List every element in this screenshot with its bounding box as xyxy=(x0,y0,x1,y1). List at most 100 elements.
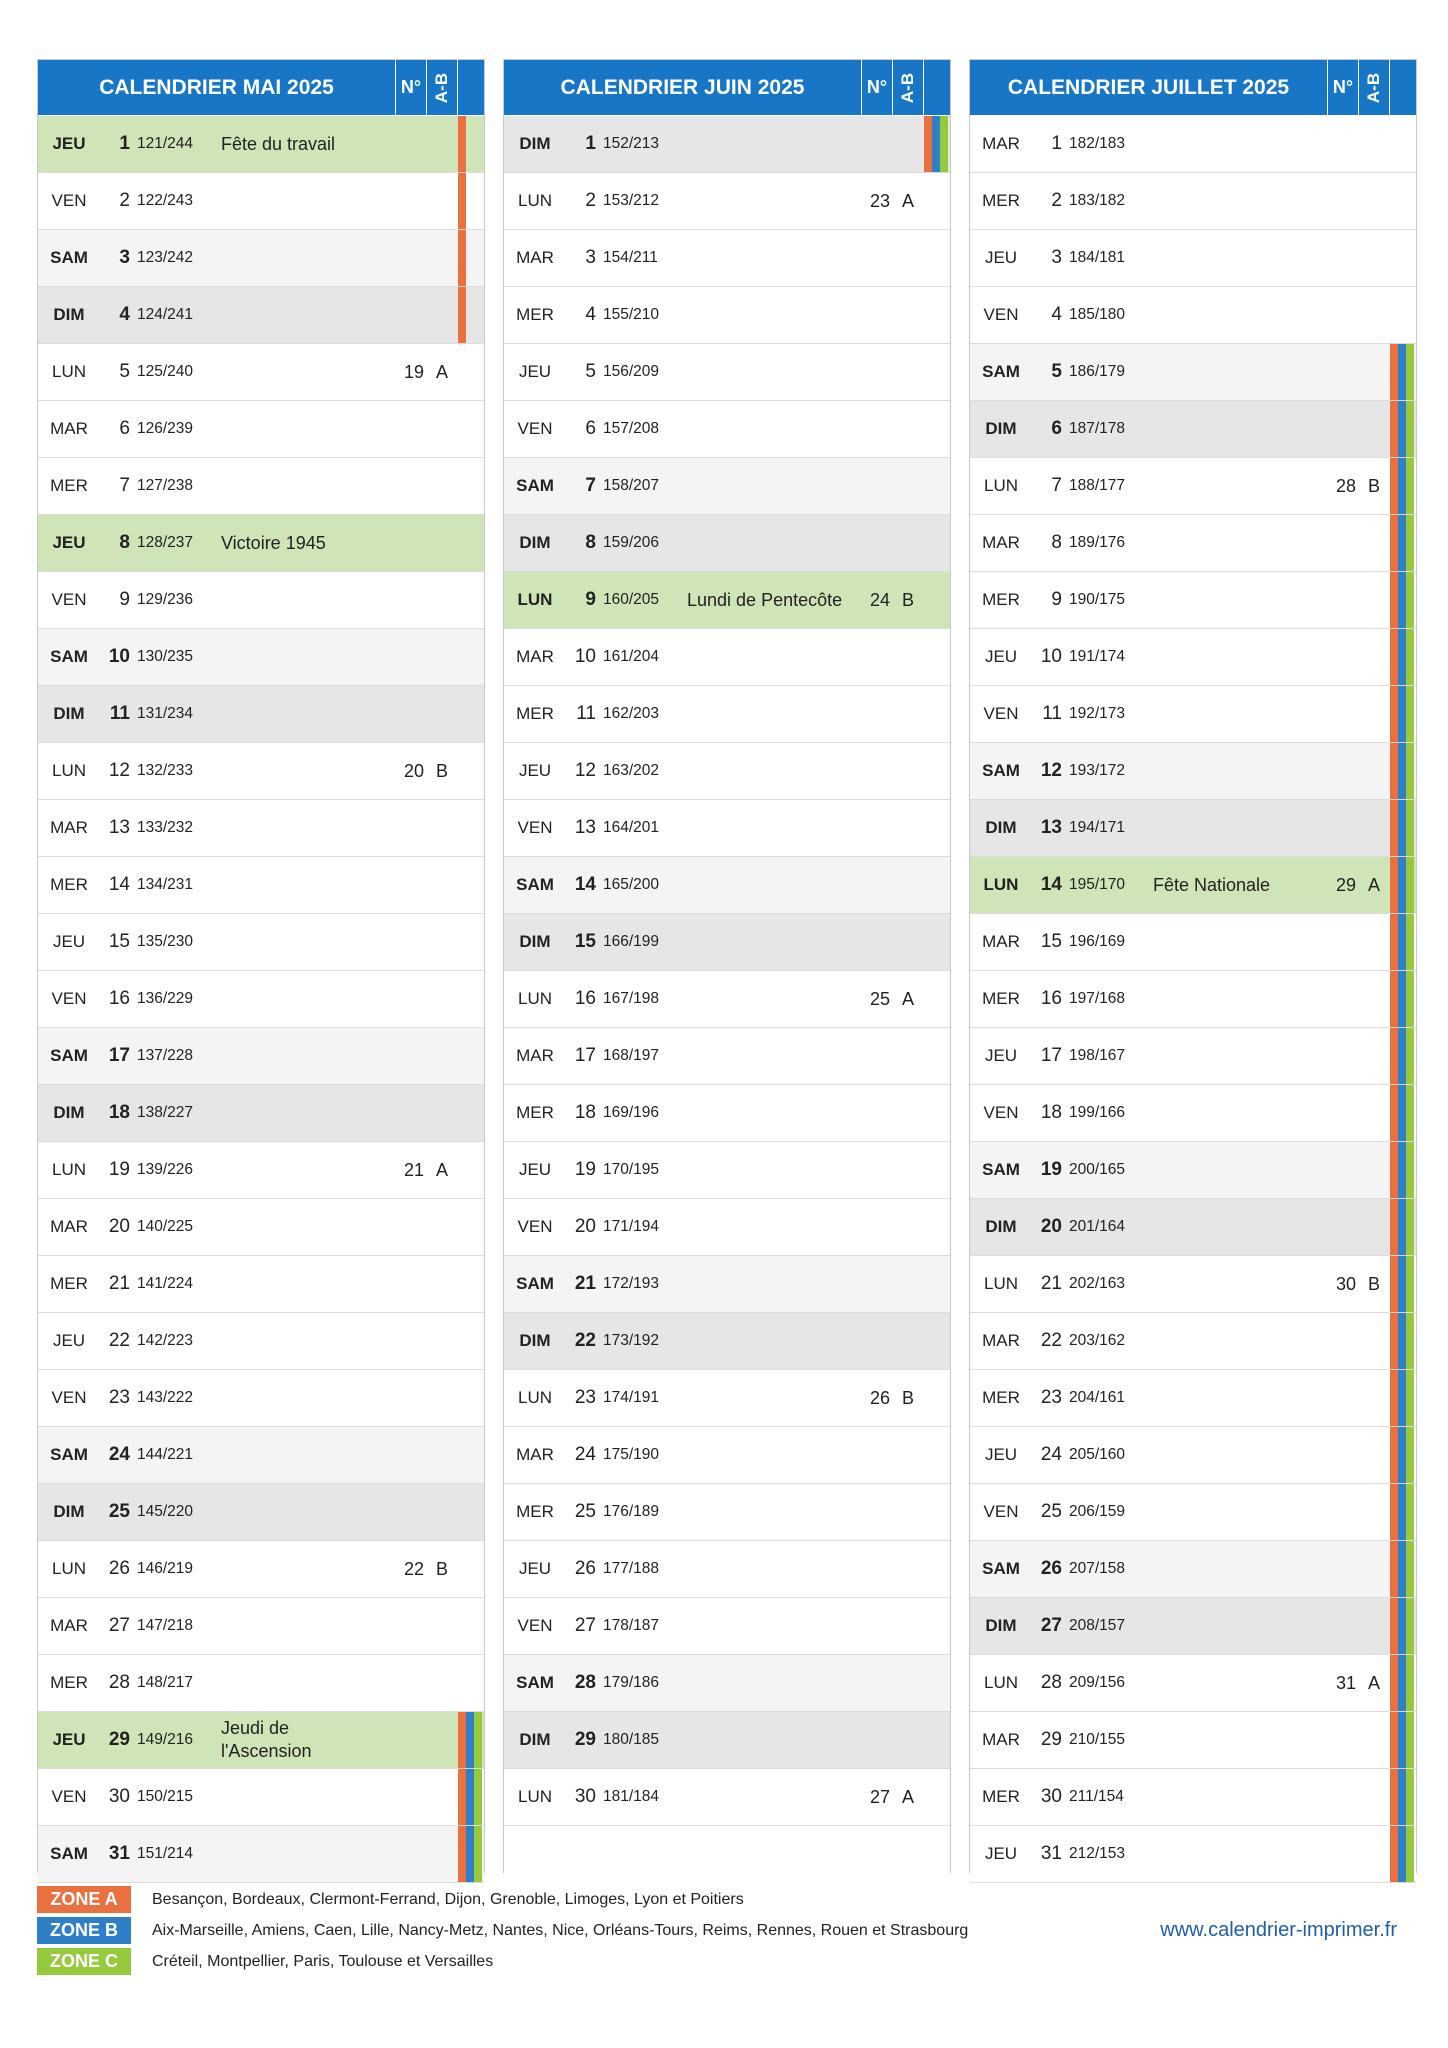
day-number: 25 xyxy=(1040,1501,1062,1522)
vacation-zone-c-bar xyxy=(1406,686,1414,742)
weekday: JEU xyxy=(984,1445,1018,1464)
weekday: MER xyxy=(516,305,554,324)
holiday-name: Lundi de Pentecôte xyxy=(687,589,843,610)
week-ab-header: A-B xyxy=(893,60,923,115)
month-header: CALENDRIER JUIN 2025 N° A-B xyxy=(504,60,950,115)
day-of-year: 189/176 xyxy=(1069,534,1126,551)
vacation-zone-b-bar xyxy=(1398,1598,1406,1654)
day-number: 10 xyxy=(574,646,596,667)
weekday: DIM xyxy=(519,533,551,552)
day-number: 8 xyxy=(1051,532,1062,553)
weekday: SAM xyxy=(50,1445,88,1464)
day-row: MER 11 162/203 xyxy=(504,686,950,743)
vacation-zone-b-bar xyxy=(1398,971,1406,1027)
day-number: 23 xyxy=(1040,1387,1062,1408)
week-number: 23 xyxy=(869,191,890,211)
legend-zone-a-cities: Besançon, Bordeaux, Clermont-Ferrand, Di… xyxy=(152,1891,744,1908)
day-row: MAR 17 168/197 xyxy=(504,1028,950,1085)
vacation-zone-b-bar xyxy=(466,1769,474,1825)
day-row: MER 2 183/182 xyxy=(970,173,1416,230)
day-of-year: 137/228 xyxy=(137,1047,194,1064)
day-of-year: 138/227 xyxy=(137,1104,194,1121)
day-of-year: 187/178 xyxy=(1069,420,1126,437)
day-row: MAR 10 161/204 xyxy=(504,629,950,686)
day-number: 5 xyxy=(585,361,596,382)
week-ab: B xyxy=(901,1388,914,1408)
vacation-zone-a-bar xyxy=(1390,971,1398,1027)
day-row: MAR 27 147/218 xyxy=(38,1598,484,1655)
day-of-year: 124/241 xyxy=(137,306,194,323)
weekday: LUN xyxy=(517,1388,552,1407)
day-of-year: 202/163 xyxy=(1069,1275,1126,1292)
week-number: 21 xyxy=(403,1160,424,1180)
day-row: DIM 8 159/206 xyxy=(504,515,950,572)
day-number: 28 xyxy=(574,1672,596,1693)
day-number: 28 xyxy=(1040,1672,1062,1693)
day-number: 1 xyxy=(1051,133,1062,154)
day-row: LUN 28 209/156 31 A xyxy=(970,1655,1416,1712)
vacation-zone-a-bar xyxy=(1390,1199,1398,1255)
day-number: 13 xyxy=(1040,817,1062,838)
day-of-year: 199/166 xyxy=(1069,1104,1126,1121)
day-number: 9 xyxy=(1051,589,1062,610)
day-of-year: 126/239 xyxy=(137,420,194,437)
day-row: MER 4 155/210 xyxy=(504,287,950,344)
website-link[interactable]: www.calendrier-imprimer.fr xyxy=(1160,1919,1397,1942)
day-number: 29 xyxy=(1040,1729,1062,1750)
day-of-year: 160/205 xyxy=(603,591,660,608)
day-number: 16 xyxy=(1040,988,1062,1009)
day-of-year: 121/244 xyxy=(137,135,194,152)
vacation-zone-a-bar xyxy=(1390,1142,1398,1198)
day-row: MAR 29 210/155 xyxy=(970,1712,1416,1769)
vacation-zone-b-bar xyxy=(1398,686,1406,742)
vacation-zone-c-bar xyxy=(1406,344,1414,400)
weekday: VEN xyxy=(517,1616,553,1635)
day-number: 29 xyxy=(108,1729,130,1750)
day-number: 9 xyxy=(119,589,130,610)
day-row: SAM 21 172/193 xyxy=(504,1256,950,1313)
weekday: LUN xyxy=(517,989,552,1008)
holiday-name: Fête du travail xyxy=(221,133,336,154)
weekday: MER xyxy=(50,476,88,495)
day-number: 26 xyxy=(574,1558,596,1579)
weekday: DIM xyxy=(53,1103,85,1122)
day-number: 3 xyxy=(1051,247,1062,268)
weekday: MAR xyxy=(516,1046,554,1065)
day-row: LUN 12 132/233 20 B xyxy=(38,743,484,800)
vacation-zone-c-bar xyxy=(1406,1199,1414,1255)
day-number: 14 xyxy=(1040,874,1062,895)
day-row: MAR 24 175/190 xyxy=(504,1427,950,1484)
weekday: VEN xyxy=(517,419,553,438)
day-number: 14 xyxy=(574,874,596,895)
day-number: 15 xyxy=(108,931,130,952)
day-row: JEU 5 156/209 xyxy=(504,344,950,401)
day-of-year: 205/160 xyxy=(1069,1446,1126,1463)
day-row: VEN 27 178/187 xyxy=(504,1598,950,1655)
day-of-year: 128/237 xyxy=(137,534,194,551)
day-number: 1 xyxy=(119,133,130,154)
day-number: 18 xyxy=(1040,1102,1062,1123)
day-of-year: 204/161 xyxy=(1069,1389,1126,1406)
day-number: 18 xyxy=(108,1102,130,1123)
weekday: VEN xyxy=(983,704,1019,723)
day-row: LUN 21 202/163 30 B xyxy=(970,1256,1416,1313)
day-number: 6 xyxy=(1051,418,1062,439)
day-row: LUN 16 167/198 25 A xyxy=(504,971,950,1028)
weekday: SAM xyxy=(516,1673,554,1692)
day-number: 5 xyxy=(119,361,130,382)
day-of-year: 151/214 xyxy=(137,1845,194,1862)
weekday: JEU xyxy=(518,1160,552,1179)
day-number: 20 xyxy=(108,1216,130,1237)
weekday: MAR xyxy=(516,1445,554,1464)
day-row: JEU 15 135/230 xyxy=(38,914,484,971)
day-of-year: 197/168 xyxy=(1069,990,1126,1007)
weekday: DIM xyxy=(53,704,85,723)
day-row: SAM 26 207/158 xyxy=(970,1541,1416,1598)
weekday: MAR xyxy=(982,1730,1020,1749)
vacation-zone-a-bar xyxy=(1390,1313,1398,1369)
weekday: LUN xyxy=(517,590,553,609)
vacation-zone-a-bar xyxy=(1390,1712,1398,1768)
day-row: DIM 18 138/227 xyxy=(38,1085,484,1142)
vacation-zone-c-bar xyxy=(1406,572,1414,628)
day-number: 5 xyxy=(1051,361,1062,382)
